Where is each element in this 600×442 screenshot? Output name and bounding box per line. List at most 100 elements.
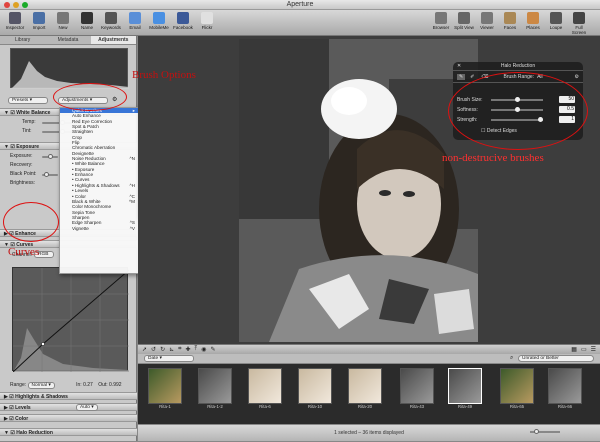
- levels-label: Levels: [15, 405, 31, 411]
- feather-icon[interactable]: ✐: [468, 74, 476, 80]
- presets-popup[interactable]: Presets ▾: [8, 97, 48, 104]
- status-text: 1 selected – 36 items displayed: [334, 430, 404, 436]
- menu-item-label: Flip: [72, 140, 80, 146]
- rotate-left-icon[interactable]: ↺: [151, 346, 156, 353]
- halo-reduction-header[interactable]: ▼ ☑ Halo Reduction: [0, 428, 137, 436]
- toolbar-flickr-button[interactable]: Flickr: [196, 12, 218, 30]
- selection-tool-icon[interactable]: ➚: [142, 346, 147, 353]
- brush-icon[interactable]: ✎: [457, 73, 466, 80]
- toolbar-name-button[interactable]: Name: [76, 12, 98, 30]
- toolbar-browser-button[interactable]: Browser: [430, 12, 452, 30]
- toolbar-button-label: Full Screen: [571, 25, 587, 35]
- hud-gear-icon[interactable]: ⚙: [575, 74, 579, 80]
- in-value: 0.27: [83, 382, 93, 388]
- grid-view-icon[interactable]: ▦: [571, 346, 577, 353]
- levels-header[interactable]: ▶ ☑ Levels Auto ▾: [0, 403, 137, 411]
- menu-item-label: Vignette: [72, 225, 89, 231]
- toolbar-button-label: Inspector: [5, 25, 25, 30]
- range-row: Range: Normal ▾ In: 0.27 Out: 0.992: [0, 381, 137, 389]
- exposure-slider[interactable]: [42, 154, 58, 159]
- highlights-shadows-label: Highlights & Shadows: [15, 394, 68, 400]
- photo-viewer: [239, 39, 478, 342]
- thumbnail[interactable]: Rita-65: [500, 368, 534, 410]
- window-title: Aperture: [286, 1, 314, 8]
- toolbar-facebook-button[interactable]: Facebook: [172, 12, 194, 30]
- sort-popup[interactable]: Date ▾: [144, 355, 194, 362]
- list-view-icon[interactable]: ☰: [591, 346, 596, 353]
- child-portrait-image: [239, 39, 478, 342]
- toolbar-places-button[interactable]: Places: [522, 12, 544, 30]
- thumbnail[interactable]: Rita-66: [548, 368, 582, 410]
- import-icon: [33, 12, 45, 24]
- histogram-graph: [11, 61, 129, 89]
- minimize-window-button[interactable]: [13, 2, 19, 8]
- tool-strip: ➚ ↺ ↻ ⊾ ⌗ ✚ ⤒ ◉ ✎: [138, 346, 215, 353]
- thumbnail-image: [198, 368, 232, 404]
- crop-icon[interactable]: ⌗: [178, 346, 181, 353]
- menu-item[interactable]: Vignette ^V: [60, 226, 138, 231]
- toolbar-button-label: Facebook: [173, 25, 193, 30]
- thumbnail[interactable]: Rita-10: [298, 368, 332, 410]
- toolbar-full-screen-button[interactable]: Full Screen: [568, 12, 590, 35]
- thumbnail[interactable]: Rita-49: [448, 368, 482, 410]
- black-point-slider[interactable]: [42, 172, 58, 177]
- brush-options-annotation: Brush Options: [132, 69, 196, 81]
- thumbnail[interactable]: Rita-43: [400, 368, 434, 410]
- toolbar-import-button[interactable]: Import: [28, 12, 50, 30]
- thumbnail-image: [448, 368, 482, 404]
- histogram: [10, 48, 129, 89]
- thumbnail[interactable]: Rita-6: [248, 368, 282, 410]
- filmstrip-view-icon[interactable]: ▭: [581, 346, 587, 353]
- menu-item-label: • White Balance: [72, 161, 105, 167]
- thumbnail[interactable]: Rita-1: [148, 368, 182, 410]
- main-toolbar: Inspector Import New Name Keywords Email Mobil…: [0, 10, 600, 36]
- toolbar-email-button[interactable]: Email: [124, 12, 146, 30]
- color-header[interactable]: ▶ ☑ Color: [0, 414, 137, 422]
- toolbar-loupe-button[interactable]: Loupe: [545, 12, 567, 30]
- toolbar-faces-button[interactable]: Faces: [499, 12, 521, 30]
- rating-filter-field[interactable]: Unrated or Better: [518, 355, 594, 362]
- menu-item-label: Devignette: [72, 150, 94, 156]
- thumbnail[interactable]: Rita-1-2: [198, 368, 232, 410]
- toolbar-keywords-button[interactable]: Keywords: [100, 12, 122, 30]
- tab-library[interactable]: Library: [0, 36, 45, 44]
- levels-auto-button[interactable]: Auto ▾: [76, 404, 98, 411]
- curves-annotation: Curves: [8, 246, 40, 258]
- thumbnail-image: [500, 368, 534, 404]
- lift-stamp-icon[interactable]: ⤒: [195, 346, 198, 353]
- toolbar-new-button[interactable]: New: [52, 12, 74, 30]
- search-icon[interactable]: ⌕: [510, 355, 513, 362]
- toolbar-mobileme-button[interactable]: MobileMe: [148, 12, 170, 30]
- thumbnail[interactable]: Rita-20: [348, 368, 382, 410]
- thumbnail-label: Rita-65: [509, 404, 525, 409]
- thumbnail-size-slider[interactable]: [530, 429, 560, 434]
- non-destructive-annotation: non-destrucive brushes: [442, 152, 544, 164]
- toolbar-split-view-button[interactable]: Split View: [453, 12, 475, 30]
- toolbar-button-label: Import: [32, 25, 46, 30]
- red-eye-icon[interactable]: ◉: [201, 346, 206, 353]
- channel-value: RGB: [38, 252, 49, 257]
- adjustments-highlight-ellipse: [53, 83, 127, 111]
- highlights-shadows-header[interactable]: ▶ ☑ Highlights & Shadows: [0, 392, 137, 400]
- toolbar-button-label: Browser: [432, 25, 450, 30]
- email-icon: [129, 12, 141, 24]
- close-window-button[interactable]: [4, 2, 10, 8]
- zoom-window-button[interactable]: [22, 2, 28, 8]
- spot-patch-icon[interactable]: ✚: [186, 346, 191, 353]
- curves-graph[interactable]: [12, 267, 130, 373]
- rotate-right-icon[interactable]: ↻: [160, 346, 165, 353]
- viewer-icon: [481, 12, 493, 24]
- toolbar-button-label: Email: [129, 25, 141, 30]
- toolbar-button-label: Faces: [503, 25, 517, 30]
- hud-close-icon[interactable]: ✕: [457, 62, 461, 71]
- tab-adjustments[interactable]: Adjustments: [90, 36, 136, 44]
- keywords-icon: [105, 12, 117, 24]
- toolbar-inspector-button[interactable]: Inspector: [4, 12, 26, 30]
- tab-metadata[interactable]: Metadata: [45, 36, 90, 44]
- straighten-icon[interactable]: ⊾: [169, 346, 174, 353]
- toolbar-viewer-button[interactable]: Viewer: [476, 12, 498, 30]
- range-popup[interactable]: Normal ▾: [27, 382, 55, 389]
- facebook-icon: [177, 12, 189, 24]
- menu-item-label: Straighten: [72, 129, 93, 135]
- brush-tool-icon[interactable]: ✎: [210, 346, 215, 353]
